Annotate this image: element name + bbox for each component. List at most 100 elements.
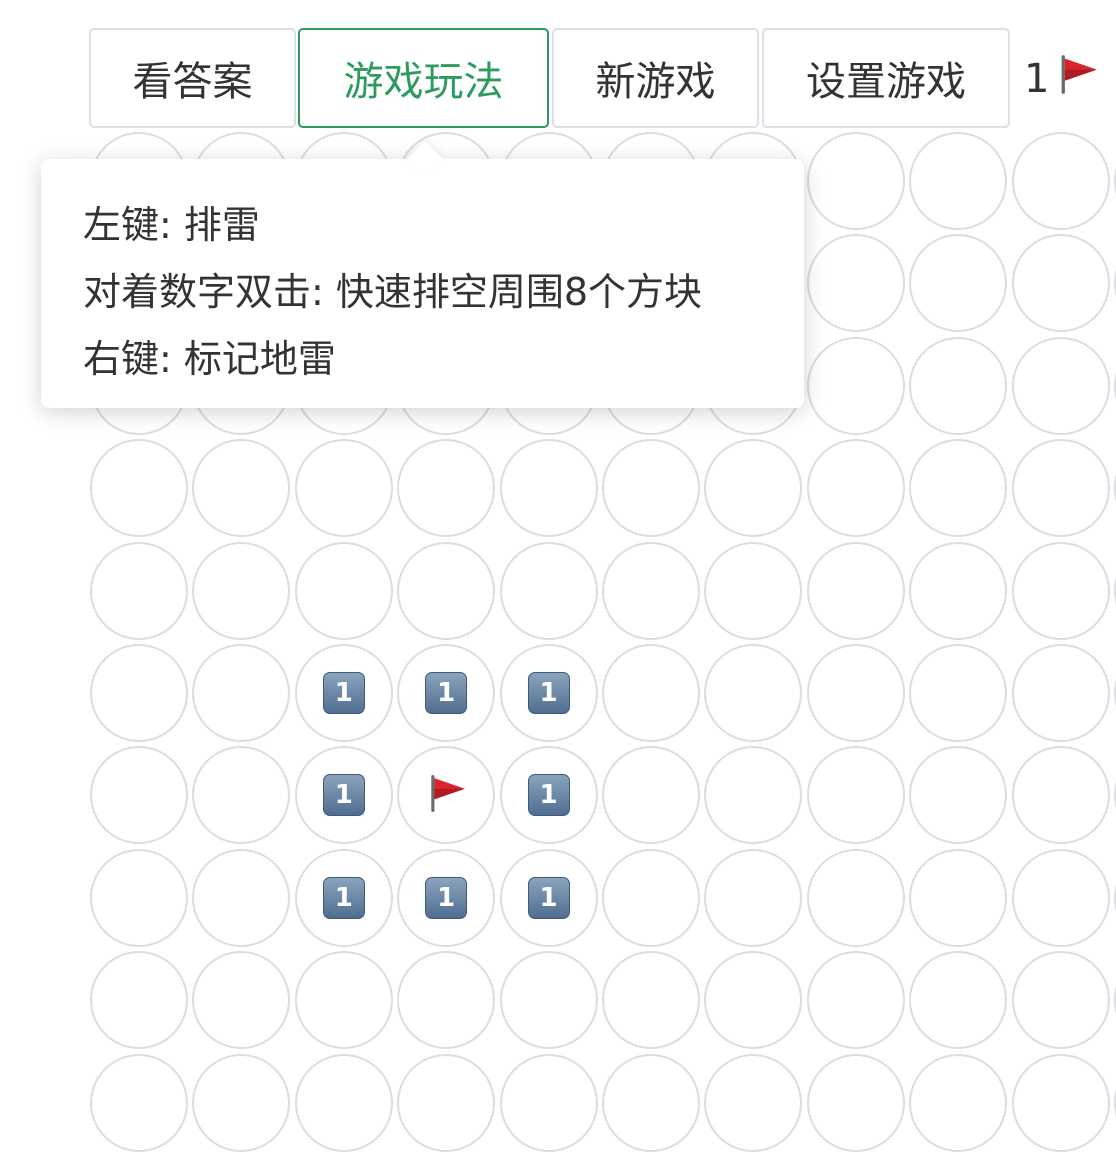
board-cell[interactable] <box>806 439 905 538</box>
board-cell[interactable] <box>90 848 188 947</box>
board-cell[interactable]: 1 <box>397 644 496 742</box>
board-cell[interactable] <box>704 1053 803 1152</box>
board-cell[interactable] <box>806 1053 905 1152</box>
board-cell[interactable] <box>806 848 905 947</box>
board-cell[interactable] <box>602 848 700 947</box>
board-cell[interactable] <box>1011 541 1110 640</box>
board-cell[interactable]: 1 <box>499 746 598 845</box>
board-cell[interactable] <box>294 541 393 640</box>
board-cell[interactable] <box>90 644 188 742</box>
board-cell[interactable] <box>294 951 393 1050</box>
board-cell[interactable] <box>909 541 1008 640</box>
board-cell[interactable] <box>499 951 598 1050</box>
board-cell[interactable] <box>909 439 1008 538</box>
flag-counter: 1 <box>1024 52 1099 106</box>
board-cell[interactable] <box>192 848 291 947</box>
board-cell[interactable]: 1 <box>294 848 393 947</box>
board-cell[interactable] <box>1011 1053 1110 1152</box>
board-cell[interactable] <box>602 541 700 640</box>
board-cell[interactable] <box>909 746 1008 845</box>
board-cell[interactable] <box>192 541 291 640</box>
triangular-flag-icon <box>425 772 467 818</box>
board-cell[interactable] <box>1011 132 1110 230</box>
board-cell[interactable] <box>90 951 188 1050</box>
board-cell[interactable] <box>704 439 803 538</box>
tip-double-click: 对着数字双击: 快速排空周围8个方块 <box>83 270 703 314</box>
board-cell[interactable] <box>192 644 291 742</box>
cell-number: 1 <box>527 774 570 817</box>
board-cell[interactable] <box>602 1053 700 1152</box>
board-cell[interactable]: 1 <box>294 746 393 845</box>
board-cell[interactable] <box>909 132 1008 230</box>
board-cell[interactable] <box>90 439 188 538</box>
board-cell[interactable]: 1 <box>499 644 598 742</box>
how-to-play-button[interactable]: 游戏玩法 <box>298 28 549 128</box>
board-cell[interactable] <box>704 746 803 845</box>
settings-button[interactable]: 设置游戏 <box>762 28 1010 128</box>
board-cell[interactable] <box>806 132 905 230</box>
board-cell[interactable]: 1 <box>294 644 393 742</box>
board-cell[interactable] <box>806 951 905 1050</box>
board-cell[interactable] <box>1011 234 1110 333</box>
board-cell[interactable] <box>90 1053 188 1152</box>
board-cell[interactable] <box>704 951 803 1050</box>
board-cell[interactable] <box>806 746 905 845</box>
board-cell[interactable] <box>909 336 1008 435</box>
board-cell[interactable] <box>90 541 188 640</box>
board-cell[interactable] <box>806 541 905 640</box>
tip-left-click: 左键: 排雷 <box>83 203 260 247</box>
tip-right-click: 右键: 标记地雷 <box>83 337 336 381</box>
board-cell[interactable] <box>294 1053 393 1152</box>
board-cell[interactable] <box>397 1053 496 1152</box>
board-cell[interactable] <box>397 439 496 538</box>
board-cell[interactable] <box>397 951 496 1050</box>
board-cell[interactable] <box>90 746 188 845</box>
board-cell[interactable]: 1 <box>397 848 496 947</box>
board-cell[interactable] <box>1011 644 1110 742</box>
cell-number: 1 <box>322 672 365 714</box>
board-cell[interactable] <box>192 746 291 845</box>
board-cell[interactable] <box>1011 951 1110 1050</box>
board-cell[interactable] <box>1011 336 1110 435</box>
how-to-play-popover: 左键: 排雷 对着数字双击: 快速排空周围8个方块 右键: 标记地雷 <box>41 140 804 408</box>
board-cell[interactable] <box>806 336 905 435</box>
toolbar: 看答案 游戏玩法 新游戏 设置游戏 1 <box>0 0 1116 130</box>
show-answer-button[interactable]: 看答案 <box>89 28 296 128</box>
board-cell[interactable] <box>499 439 598 538</box>
board-cell[interactable] <box>909 1053 1008 1152</box>
board-cell[interactable] <box>602 951 700 1050</box>
board-cell[interactable] <box>192 439 291 538</box>
cell-number: 1 <box>527 876 570 919</box>
board-cell[interactable] <box>602 644 700 742</box>
new-game-button[interactable]: 新游戏 <box>552 28 759 128</box>
board-cell[interactable] <box>1011 439 1110 538</box>
board-cell[interactable]: 1 <box>499 848 598 947</box>
board-cell[interactable] <box>192 1053 291 1152</box>
board-cell[interactable] <box>806 234 905 333</box>
board-cell[interactable] <box>602 439 700 538</box>
cell-number: 1 <box>322 774 365 817</box>
board-cell[interactable] <box>397 541 496 640</box>
board-cell[interactable] <box>909 644 1008 742</box>
board-cell[interactable] <box>294 439 393 538</box>
board-cell[interactable] <box>909 951 1008 1050</box>
board-cell[interactable] <box>602 746 700 845</box>
cell-number: 1 <box>425 876 468 919</box>
board-cell[interactable] <box>397 746 496 845</box>
cell-number: 1 <box>527 672 570 714</box>
triangular-flag-icon <box>1055 52 1099 106</box>
board-cell[interactable] <box>499 541 598 640</box>
board-cell[interactable] <box>1011 848 1110 947</box>
cell-number: 1 <box>425 672 468 714</box>
board-cell[interactable] <box>909 234 1008 333</box>
board-cell[interactable] <box>704 644 803 742</box>
cell-number: 1 <box>322 876 365 919</box>
board-cell[interactable] <box>192 951 291 1050</box>
board-cell[interactable] <box>499 1053 598 1152</box>
flag-count: 1 <box>1024 56 1050 102</box>
board-cell[interactable] <box>704 541 803 640</box>
board-cell[interactable] <box>704 848 803 947</box>
board-cell[interactable] <box>909 848 1008 947</box>
board-cell[interactable] <box>1011 746 1110 845</box>
board-cell[interactable] <box>806 644 905 742</box>
